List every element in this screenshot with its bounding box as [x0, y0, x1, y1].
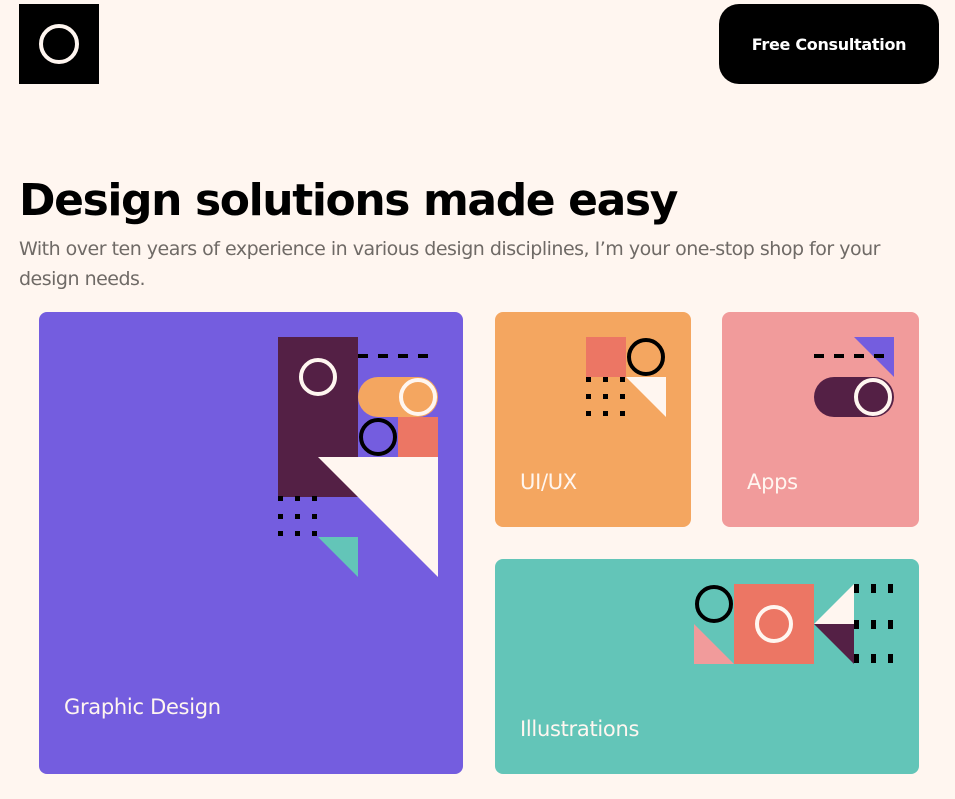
service-card-apps[interactable]: Apps: [722, 312, 919, 527]
service-label: Illustrations: [520, 717, 640, 741]
service-card-illustrations[interactable]: Illustrations: [495, 559, 919, 774]
logo[interactable]: [19, 4, 99, 84]
ring-icon: [39, 24, 79, 64]
service-card-graphic-design[interactable]: Graphic Design: [39, 312, 463, 774]
page-subtitle: With over ten years of experience in var…: [19, 238, 880, 290]
apps-illustration: [814, 337, 894, 417]
service-label: Apps: [747, 470, 798, 494]
illustrations-illustration: [694, 584, 893, 664]
service-label: Graphic Design: [64, 695, 221, 719]
page-title: Design solutions made easy: [19, 175, 678, 226]
free-consultation-button[interactable]: Free Consultation: [719, 4, 939, 84]
service-label: UI/UX: [520, 470, 577, 494]
ui-ux-illustration: [586, 337, 666, 417]
service-card-ui-ux[interactable]: UI/UX: [495, 312, 691, 527]
